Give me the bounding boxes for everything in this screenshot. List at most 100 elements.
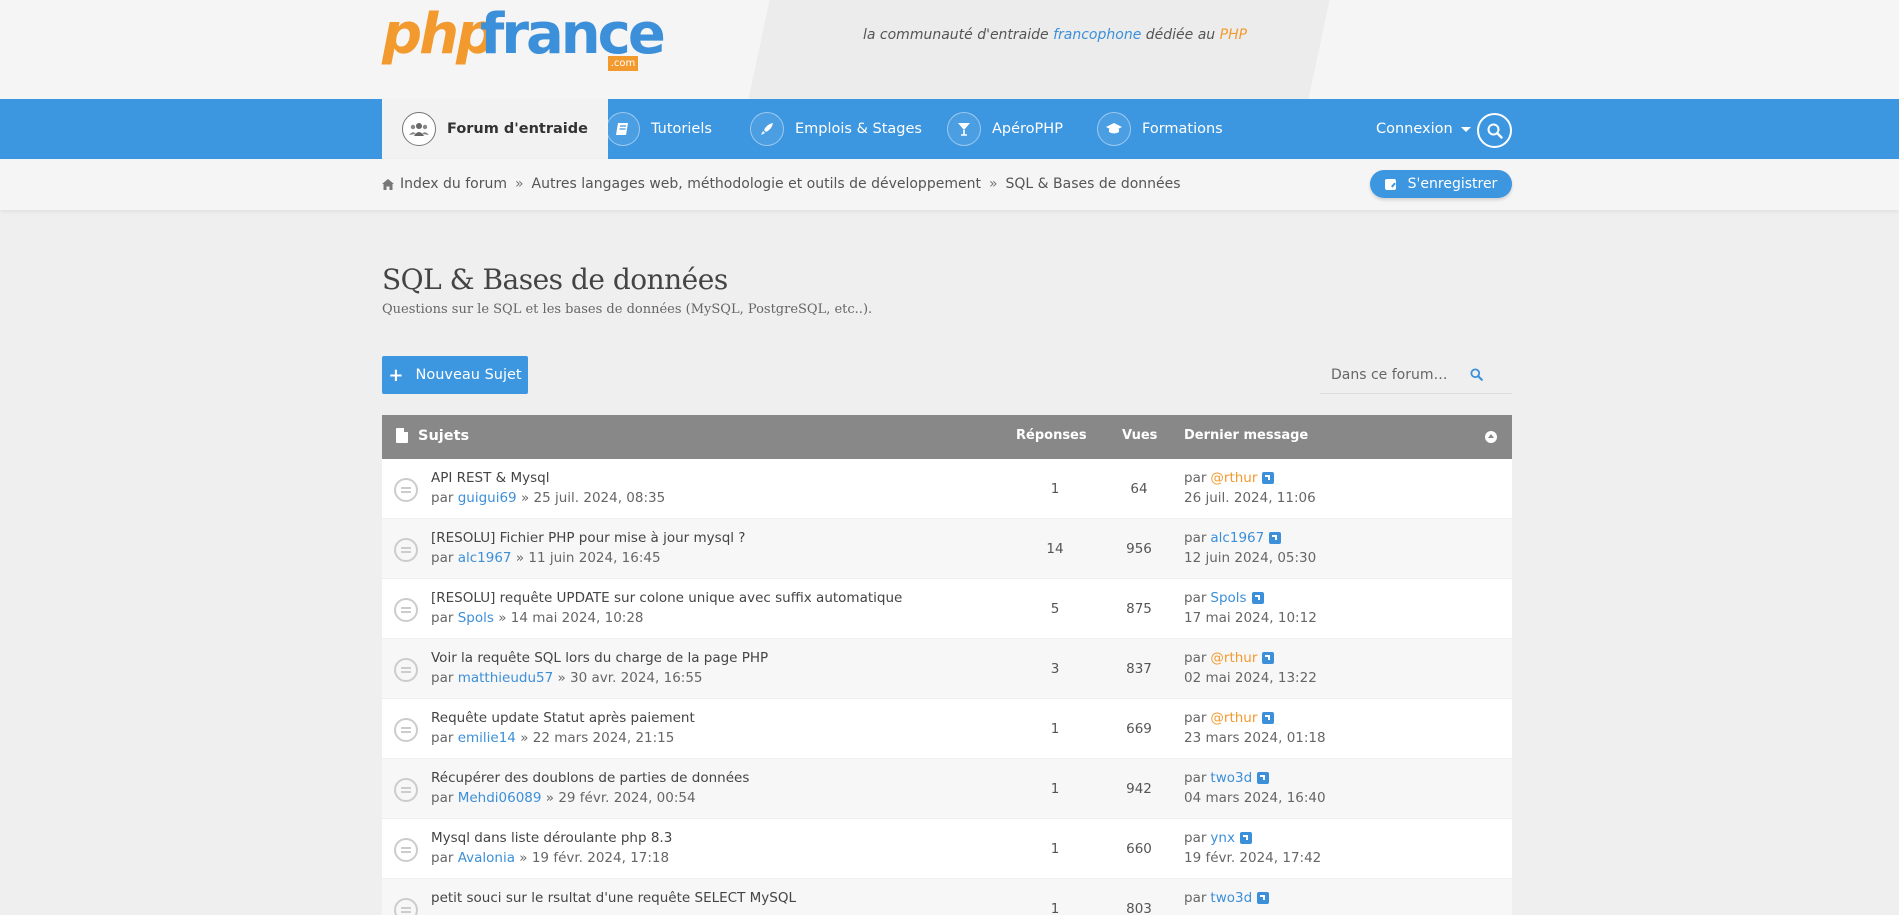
goto-post-icon[interactable]: [1239, 832, 1252, 844]
collapse-icon[interactable]: [1485, 431, 1497, 443]
topic-author[interactable]: alc1967: [458, 550, 512, 566]
topic-author[interactable]: Spols: [458, 610, 494, 626]
goto-post-icon[interactable]: [1262, 712, 1275, 724]
header-decoration: [741, 0, 1339, 99]
topic-date: » 30 avr. 2024, 16:55: [557, 670, 703, 686]
forum-search-input[interactable]: [1320, 366, 1470, 383]
by-label: par: [1184, 770, 1207, 786]
last-post-author[interactable]: @rthur: [1210, 470, 1257, 486]
connexion-menu[interactable]: Connexion: [1376, 99, 1471, 159]
connexion-label: Connexion: [1376, 121, 1453, 137]
forum-search: [1320, 356, 1512, 394]
breadcrumb-index[interactable]: Index du forum: [400, 176, 507, 192]
last-post-author[interactable]: Spols: [1210, 590, 1246, 606]
last-post-author-line: par two3d: [1184, 890, 1270, 906]
by-label: par: [1184, 650, 1207, 666]
topic-date: » 11 juin 2024, 16:45: [515, 550, 661, 566]
header-replies: Réponses: [1016, 428, 1087, 443]
nav-aperophp[interactable]: ApéroPHP: [947, 99, 1063, 159]
last-post-author[interactable]: alc1967: [1210, 530, 1264, 546]
topic-date: » 29 févr. 2024, 00:54: [545, 790, 696, 806]
last-post-author[interactable]: two3d: [1210, 890, 1252, 906]
topic-title[interactable]: [RESOLU] requête UPDATE sur colone uniqu…: [431, 590, 902, 606]
last-post-author[interactable]: @rthur: [1210, 650, 1257, 666]
nav-forum[interactable]: Forum d'entraide: [382, 99, 608, 159]
topic-title[interactable]: Requête update Statut après paiement: [431, 710, 695, 726]
topic-row: petit souci sur le rsultat d'une requête…: [382, 879, 1512, 915]
search-button[interactable]: [1477, 113, 1512, 148]
last-post-author-line: par ynx: [1184, 830, 1252, 846]
document-icon: [396, 428, 408, 443]
search-icon: [1487, 123, 1503, 139]
topic-replies: 1: [1050, 481, 1060, 497]
topic-replies: 1: [1050, 781, 1060, 797]
header-topics: Sujets: [418, 428, 470, 444]
breadcrumb-category[interactable]: Autres langages web, méthodologie et out…: [532, 176, 981, 192]
goto-post-icon[interactable]: [1257, 892, 1270, 904]
nav-formations[interactable]: Formations: [1097, 99, 1223, 159]
topic-replies: 14: [1046, 541, 1064, 557]
nav-label: Formations: [1142, 121, 1223, 137]
topic-title[interactable]: petit souci sur le rsultat d'une requête…: [431, 890, 796, 906]
breadcrumb-bar: Index du forum » Autres langages web, mé…: [0, 159, 1899, 210]
topic-author[interactable]: emilie14: [458, 730, 516, 746]
last-post-date: 04 mars 2024, 16:40: [1184, 790, 1326, 806]
topic-views: 64: [1130, 481, 1148, 497]
goto-post-icon[interactable]: [1251, 592, 1264, 604]
topic-meta: par Mehdi06089 » 29 févr. 2024, 00:54: [431, 790, 696, 806]
site-header: php france .com la communauté d'entraide…: [0, 0, 1899, 99]
topic-row: [RESOLU] requête UPDATE sur colone uniqu…: [382, 579, 1512, 639]
breadcrumb: Index du forum » Autres langages web, mé…: [382, 176, 1181, 192]
home-icon[interactable]: [382, 178, 394, 190]
register-button[interactable]: S'enregistrer: [1370, 170, 1512, 198]
new-topic-button[interactable]: + Nouveau Sujet: [382, 356, 528, 394]
goto-post-icon[interactable]: [1262, 472, 1275, 484]
tagline-text: dédiée au: [1141, 27, 1220, 43]
last-post-author[interactable]: two3d: [1210, 770, 1252, 786]
last-post-author[interactable]: @rthur: [1210, 710, 1257, 726]
topic-author[interactable]: Avalonia: [458, 850, 515, 866]
logo-php: php: [382, 2, 496, 67]
topic-author[interactable]: matthieudu57: [458, 670, 553, 686]
last-post-author-line: par @rthur: [1184, 710, 1275, 726]
topic-views: 942: [1126, 781, 1152, 797]
topic-author[interactable]: Mehdi06089: [458, 790, 542, 806]
topic-title[interactable]: Mysql dans liste déroulante php 8.3: [431, 830, 672, 846]
breadcrumb-current[interactable]: SQL & Bases de données: [1006, 176, 1181, 192]
by-label: par: [1184, 890, 1207, 906]
topic-row: Requête update Statut après paiement par…: [382, 699, 1512, 759]
topic-views: 875: [1126, 601, 1152, 617]
register-label: S'enregistrer: [1407, 176, 1498, 192]
topic-read-icon: [394, 838, 418, 862]
topic-meta: par matthieudu57 » 30 avr. 2024, 16:55: [431, 670, 703, 686]
goto-post-icon[interactable]: [1257, 772, 1270, 784]
nav-emplois[interactable]: Emplois & Stages: [750, 99, 922, 159]
by-label: par: [431, 730, 454, 746]
breadcrumb-separator: »: [514, 176, 524, 192]
topic-replies: 1: [1050, 841, 1060, 857]
topic-row: Voir la requête SQL lors du charge de la…: [382, 639, 1512, 699]
last-post-date: 26 juil. 2024, 11:06: [1184, 490, 1316, 506]
topic-row: Mysql dans liste déroulante php 8.3 par …: [382, 819, 1512, 879]
topic-title[interactable]: [RESOLU] Fichier PHP pour mise à jour my…: [431, 530, 745, 546]
nav-tutoriels[interactable]: Tutoriels: [606, 99, 712, 159]
goto-post-icon[interactable]: [1262, 652, 1275, 664]
graduation-cap-icon: [1097, 112, 1131, 146]
topic-meta: par guigui69 » 25 juil. 2024, 08:35: [431, 490, 665, 506]
topic-title[interactable]: Récupérer des doublons de parties de don…: [431, 770, 749, 786]
topic-author[interactable]: guigui69: [458, 490, 517, 506]
topic-title[interactable]: API REST & Mysql: [431, 470, 549, 486]
topic-meta: par alc1967 » 11 juin 2024, 16:45: [431, 550, 661, 566]
search-icon[interactable]: [1470, 368, 1483, 381]
topic-read-icon: [394, 898, 418, 915]
topic-date: » 22 mars 2024, 21:15: [520, 730, 675, 746]
last-post-author[interactable]: ynx: [1210, 830, 1235, 846]
nav-label: Emplois & Stages: [795, 121, 922, 137]
site-logo[interactable]: php france .com: [382, 2, 666, 71]
topic-date: » 14 mai 2024, 10:28: [498, 610, 644, 626]
goto-post-icon[interactable]: [1269, 532, 1282, 544]
cocktail-icon: [947, 112, 981, 146]
topic-title[interactable]: Voir la requête SQL lors du charge de la…: [431, 650, 768, 666]
nav-label: ApéroPHP: [992, 121, 1063, 137]
topic-list-header: Sujets Réponses Vues Dernier message: [382, 415, 1512, 459]
